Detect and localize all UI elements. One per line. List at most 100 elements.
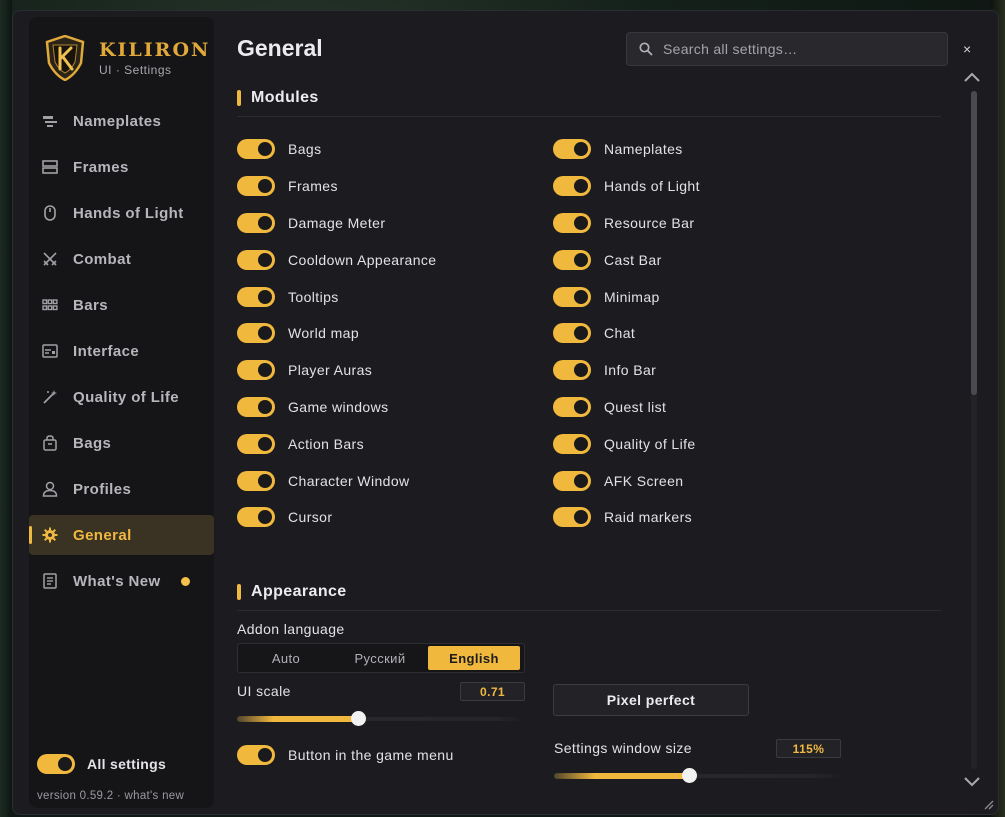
- window-size-value[interactable]: 115%: [776, 739, 841, 758]
- module-toggle[interactable]: [553, 323, 591, 344]
- brand: KILIRON UI · Settings: [45, 35, 210, 81]
- module-toggle[interactable]: [237, 470, 275, 491]
- close-button[interactable]: ×: [963, 41, 971, 57]
- module-toggle[interactable]: [237, 433, 275, 454]
- module-row: Raid markers: [553, 499, 853, 536]
- module-label: Info Bar: [604, 362, 657, 379]
- sidebar-item-frames[interactable]: Frames: [29, 147, 214, 187]
- interface-icon: [41, 342, 59, 360]
- module-row: Cursor: [237, 499, 537, 536]
- module-toggle[interactable]: [237, 396, 275, 417]
- sidebar-item-label: Combat: [73, 250, 132, 268]
- game-menu-button-label: Button in the game menu: [288, 747, 454, 763]
- scrollbar-track[interactable]: [971, 91, 977, 769]
- sidebar-item-bags[interactable]: Bags: [29, 423, 214, 463]
- search-icon: [639, 42, 653, 56]
- sidebar-item-quality-of-life[interactable]: Quality of Life: [29, 377, 214, 417]
- sidebar-item-hands-of-light[interactable]: Hands of Light: [29, 193, 214, 233]
- sidebar-item-label: Quality of Life: [73, 388, 180, 406]
- module-toggle[interactable]: [553, 286, 591, 307]
- appearance-divider: [237, 610, 941, 611]
- modules-left-column: Bags Frames Damage Meter Cooldown Appear…: [237, 131, 537, 536]
- nameplates-icon: [41, 112, 59, 130]
- scroll-down-arrow-icon[interactable]: [964, 774, 980, 790]
- module-toggle[interactable]: [237, 176, 275, 197]
- language-option-english[interactable]: English: [428, 646, 520, 670]
- module-row: Bags: [237, 131, 537, 168]
- pixel-perfect-button[interactable]: Pixel perfect: [553, 684, 749, 716]
- module-toggle[interactable]: [553, 249, 591, 270]
- sidebar-item-label: Hands of Light: [73, 204, 184, 222]
- sidebar-item-label: Bars: [73, 296, 108, 314]
- sidebar-item-label: Frames: [73, 158, 129, 176]
- sidebar-item-interface[interactable]: Interface: [29, 331, 214, 371]
- module-toggle[interactable]: [553, 139, 591, 160]
- module-row: Action Bars: [237, 425, 537, 462]
- module-toggle[interactable]: [237, 249, 275, 270]
- settings-window: KILIRON UI · Settings Nameplates Frames: [12, 10, 999, 815]
- sidebar-item-label: Bags: [73, 434, 112, 452]
- module-toggle[interactable]: [237, 212, 275, 233]
- module-label: Frames: [288, 178, 338, 195]
- module-row: Minimap: [553, 278, 853, 315]
- module-toggle[interactable]: [553, 470, 591, 491]
- module-label: Action Bars: [288, 435, 364, 452]
- module-label: Minimap: [604, 288, 660, 305]
- module-toggle[interactable]: [553, 360, 591, 381]
- module-toggle[interactable]: [237, 286, 275, 307]
- module-label: Resource Bar: [604, 214, 695, 231]
- sidebar-item-combat[interactable]: Combat: [29, 239, 214, 279]
- sidebar-item-nameplates[interactable]: Nameplates: [29, 101, 214, 141]
- module-toggle[interactable]: [237, 139, 275, 160]
- slider-thumb[interactable]: [682, 768, 698, 783]
- language-segmented-control: Auto Русский English: [237, 643, 525, 673]
- module-toggle[interactable]: [553, 433, 591, 454]
- module-label: Cooldown Appearance: [288, 251, 437, 268]
- gear-icon: [41, 526, 59, 544]
- module-row: Cooldown Appearance: [237, 241, 537, 278]
- sidebar-item-general[interactable]: General: [29, 515, 214, 555]
- sidebar-item-profiles[interactable]: Profiles: [29, 469, 214, 509]
- version-text[interactable]: version 0.59.2 · what's new: [37, 790, 207, 802]
- module-toggle[interactable]: [553, 396, 591, 417]
- scroll-up-arrow-icon[interactable]: [964, 69, 980, 85]
- search-input[interactable]: [663, 41, 933, 57]
- module-label: Player Auras: [288, 362, 373, 379]
- module-toggle[interactable]: [553, 212, 591, 233]
- game-menu-button-toggle[interactable]: [237, 745, 275, 765]
- module-toggle[interactable]: [237, 323, 275, 344]
- language-option-auto[interactable]: Auto: [240, 646, 332, 670]
- language-option-russian[interactable]: Русский: [332, 646, 428, 670]
- module-toggle[interactable]: [237, 507, 275, 528]
- document-icon: [41, 572, 59, 590]
- sidebar-item-bars[interactable]: Bars: [29, 285, 214, 325]
- ui-scale-value[interactable]: 0.71: [460, 682, 525, 701]
- search-box[interactable]: [626, 32, 948, 66]
- module-toggle[interactable]: [553, 176, 591, 197]
- sidebar-item-label: Interface: [73, 342, 140, 360]
- all-settings-row: All settings: [37, 752, 207, 776]
- module-row: Resource Bar: [553, 205, 853, 242]
- module-row: Chat: [553, 315, 853, 352]
- slider-thumb[interactable]: [350, 711, 366, 726]
- modules-divider: [237, 116, 941, 117]
- mouse-icon: [41, 204, 59, 222]
- ui-scale-slider[interactable]: [237, 711, 525, 727]
- resize-grip-icon[interactable]: [982, 798, 994, 810]
- sidebar-item-whats-new[interactable]: What's New: [29, 561, 214, 601]
- module-label: Nameplates: [604, 141, 683, 158]
- module-toggle[interactable]: [553, 507, 591, 528]
- module-label: Cursor: [288, 509, 333, 526]
- module-row: Quality of Life: [553, 425, 853, 462]
- window-size-slider[interactable]: [554, 768, 842, 784]
- modules-right-column: Nameplates Hands of Light Resource Bar C…: [553, 131, 853, 536]
- module-label: Hands of Light: [604, 178, 700, 195]
- all-settings-toggle[interactable]: [37, 754, 75, 774]
- addon-language-label: Addon language: [237, 621, 345, 637]
- module-label: Cast Bar: [604, 251, 662, 268]
- scrollbar-thumb[interactable]: [971, 91, 977, 395]
- module-label: Damage Meter: [288, 214, 386, 231]
- section-accent-bar: [237, 584, 241, 600]
- brand-name: KILIRON: [99, 39, 211, 61]
- module-toggle[interactable]: [237, 360, 275, 381]
